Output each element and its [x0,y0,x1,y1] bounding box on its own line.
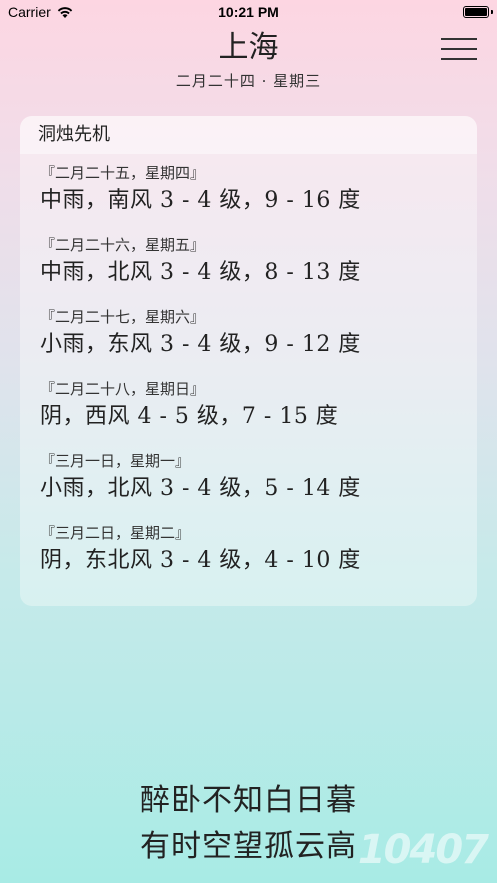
menu-icon[interactable] [441,38,477,60]
forecast-date: 『二月二十五，星期四』 [40,164,206,182]
forecast-date: 『三月二日，星期二』 [40,524,191,542]
city-title: 上海 [218,30,279,65]
forecast-date: 『二月二十六，星期五』 [40,236,206,254]
battery-level [465,8,487,16]
header: 上海 二月二十四 · 星期三 [0,28,497,91]
forecast-date: 『二月二十七，星期六』 [40,308,206,326]
forecast-item: 『二月二十六，星期五』 中雨，北风 3 - 4 级，8 - 13 度 [40,234,477,306]
card-title: 洞烛先机 [20,116,477,154]
forecast-item: 『三月一日，星期一』 小雨，北风 3 - 4 级，5 - 14 度 [40,450,477,522]
forecast-weather: 小雨，北风 3 - 4 级，5 - 14 度 [40,476,361,501]
forecast-weather: 中雨，南风 3 - 4 级，9 - 16 度 [40,188,361,213]
forecast-item: 『二月二十五，星期四』 中雨，南风 3 - 4 级，9 - 16 度 [40,162,477,234]
battery-tip [491,10,493,14]
forecast-item: 『三月二日，星期二』 阴，东北风 3 - 4 级，4 - 10 度 [40,522,477,594]
menu-icon-line [441,58,477,60]
battery-icon [463,6,489,18]
watermark-logo: 10407 [357,827,489,873]
forecast-item: 『二月二十八，星期日』 阴，西风 4 - 5 级，7 - 15 度 [40,378,477,450]
forecast-weather: 阴，东北风 3 - 4 级，4 - 10 度 [40,548,361,573]
menu-icon-line [441,38,477,40]
menu-icon-line [441,48,477,50]
forecast-date: 『二月二十八，星期日』 [40,380,206,398]
forecast-weather: 小雨，东风 3 - 4 级，9 - 12 度 [40,332,361,357]
forecast-card: 洞烛先机 『二月二十五，星期四』 中雨，南风 3 - 4 级，9 - 16 度 … [20,116,477,606]
status-bar: Carrier 10:21 PM [0,0,497,26]
poem-line: 醉卧不知白日暮 [140,783,357,818]
forecast-weather: 阴，西风 4 - 5 级，7 - 15 度 [40,404,339,429]
forecast-weather: 中雨，北风 3 - 4 级，8 - 13 度 [40,260,361,285]
current-date: 二月二十四 · 星期三 [175,72,322,90]
forecast-date: 『三月一日，星期一』 [40,452,191,470]
forecast-item: 『二月二十七，星期六』 小雨，东风 3 - 4 级，9 - 12 度 [40,306,477,378]
forecast-list: 『二月二十五，星期四』 中雨，南风 3 - 4 级，9 - 16 度 『二月二十… [20,154,477,594]
status-time: 10:21 PM [218,4,279,20]
